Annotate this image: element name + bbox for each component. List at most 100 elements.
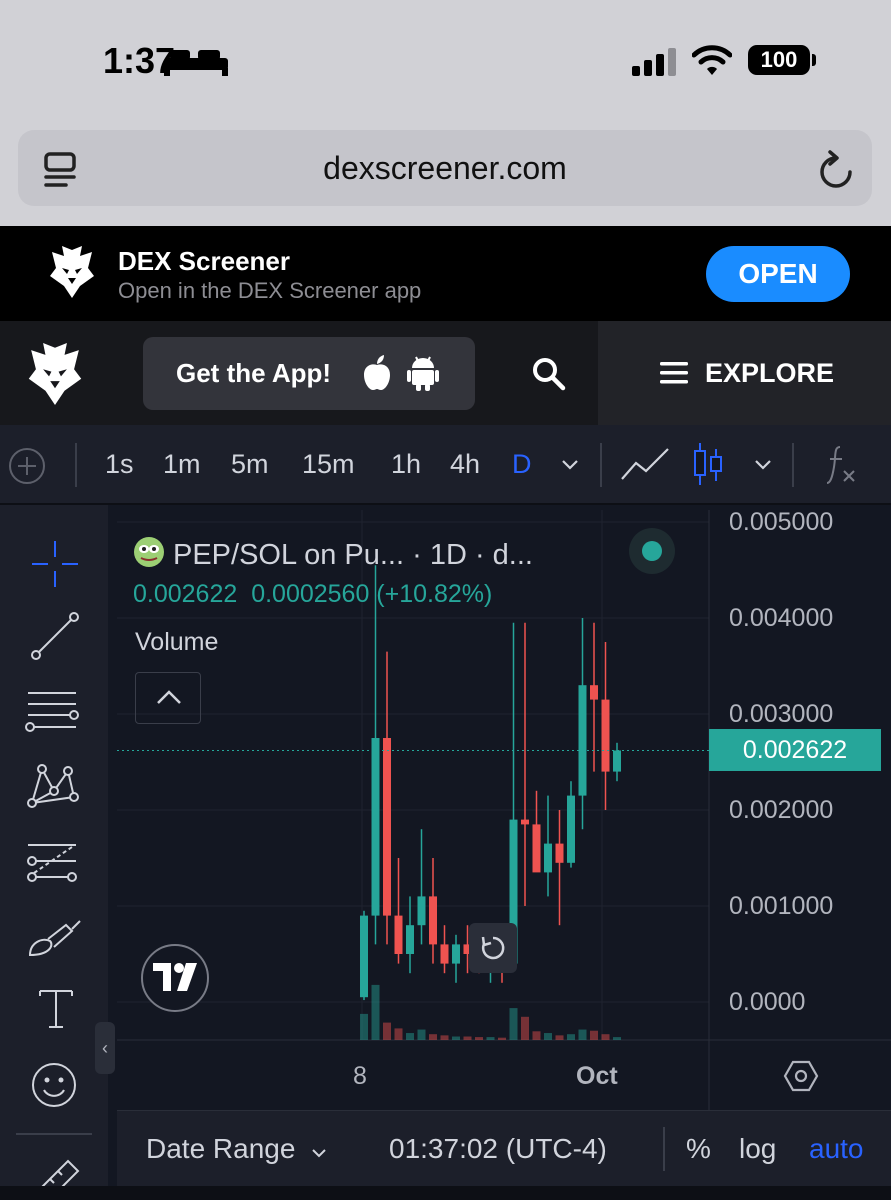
line-chart-type-icon[interactable] <box>620 447 670 481</box>
android-icon <box>407 356 439 391</box>
explore-label: EXPLORE <box>705 358 835 388</box>
toolbar-divider <box>16 1133 92 1135</box>
pair-title: PEP/SOL on Pu... · 1D · d... <box>173 539 533 571</box>
volume-bar <box>371 984 380 1040</box>
pattern-tool-icon[interactable] <box>24 761 80 811</box>
banner-subtitle: Open in the DEX Screener app <box>118 278 422 303</box>
dex-screener-logo-icon[interactable] <box>28 343 82 405</box>
chevron-down-icon[interactable] <box>561 459 579 471</box>
volume-bar <box>578 1029 587 1040</box>
tradingview-logo-icon[interactable] <box>141 944 209 1012</box>
volume-bar <box>406 1033 414 1040</box>
candle-body <box>521 819 529 825</box>
get-the-app-button[interactable]: Get the App! <box>143 337 475 410</box>
cellular-signal-icon <box>632 48 676 76</box>
volume-bar <box>567 1034 575 1040</box>
chart-settings-icon[interactable] <box>783 1058 819 1094</box>
address-bar[interactable]: dexscreener.com <box>18 130 872 206</box>
y-axis-tick: 0.005000 <box>729 508 834 536</box>
log-scale-toggle[interactable]: log <box>739 1133 776 1165</box>
hamburger-menu-icon <box>660 362 688 384</box>
reset-chart-button[interactable] <box>469 923 517 973</box>
chart-legend-title: PEP/SOL on Pu... · 1D · d... <box>133 532 533 572</box>
reload-icon[interactable] <box>818 150 854 190</box>
clock-timezone[interactable]: 01:37:02 (UTC-4) <box>389 1133 607 1165</box>
volume-bar <box>452 1036 460 1040</box>
bed-icon <box>164 50 228 76</box>
volume-bar <box>544 1033 552 1040</box>
collapse-legend-button[interactable] <box>135 672 201 724</box>
chevron-up-icon <box>157 690 181 704</box>
volume-bar <box>440 1035 449 1040</box>
current-price-label: 0.002622 <box>709 729 881 771</box>
candle-body <box>406 925 414 954</box>
candle-body <box>578 685 587 796</box>
pepe-token-icon <box>134 537 164 567</box>
timeframe-1h[interactable]: 1h <box>391 449 421 480</box>
toolbar-divider <box>600 443 602 487</box>
emoji-icon[interactable] <box>30 1061 78 1109</box>
indicators-fx-icon[interactable] <box>826 445 858 485</box>
smart-app-banner: DEX Screener Open in the DEX Screener ap… <box>0 226 891 321</box>
text-tool-icon[interactable] <box>36 987 76 1031</box>
price-chart[interactable]: PEP/SOL on Pu... · 1D · d... 0.002622 0.… <box>95 508 891 1200</box>
candle-body <box>394 915 403 954</box>
candle-body <box>383 738 391 916</box>
candle-body <box>452 944 460 964</box>
auto-scale-toggle[interactable]: auto <box>809 1133 864 1165</box>
candle-body <box>613 750 621 772</box>
page-bottom-edge <box>0 1186 891 1200</box>
candle-body <box>544 843 552 873</box>
chevron-down-icon[interactable] <box>754 459 772 471</box>
percent-scale-toggle[interactable]: % <box>686 1133 711 1165</box>
get-app-label: Get the App! <box>176 358 332 388</box>
y-axis-tick: 0.001000 <box>729 892 834 920</box>
candlestick-chart-type-icon[interactable] <box>692 441 724 487</box>
price-legend: 0.002622 0.0002560 (+10.82%) <box>133 580 492 609</box>
y-axis-tick: 0.004000 <box>729 604 834 632</box>
chevron-down-icon <box>312 1149 326 1158</box>
crosshair-icon[interactable] <box>30 539 80 589</box>
drawing-toolbar <box>0 505 108 1200</box>
explore-menu-button[interactable]: EXPLORE <box>598 321 891 425</box>
volume-bar <box>394 1028 403 1040</box>
timeframe-15m[interactable]: 15m <box>302 449 355 480</box>
candle-body <box>429 896 437 945</box>
toolbar-divider <box>792 443 794 487</box>
brush-icon[interactable] <box>24 913 84 961</box>
fib-retracement-icon[interactable] <box>24 687 80 737</box>
volume-bar <box>509 1008 518 1040</box>
volume-bar <box>463 1036 472 1040</box>
timeframe-1s[interactable]: 1s <box>105 449 134 480</box>
volume-bar <box>383 1022 391 1040</box>
add-symbol-icon[interactable] <box>8 447 46 485</box>
volume-bar <box>498 1037 506 1040</box>
bottom-divider <box>663 1127 665 1171</box>
timeframe-1m[interactable]: 1m <box>163 449 201 480</box>
trend-line-icon[interactable] <box>30 611 80 661</box>
collapse-toolbar-tab[interactable]: ‹ <box>95 1022 115 1074</box>
candle-body <box>590 685 598 700</box>
candle-body <box>417 896 426 926</box>
y-axis-tick: 0.0000 <box>729 988 806 1016</box>
url-text[interactable]: dexscreener.com <box>18 150 872 187</box>
dex-screener-logo-icon <box>50 246 94 298</box>
candle-body <box>360 915 368 998</box>
search-icon[interactable] <box>532 357 566 391</box>
volume-bar <box>417 1029 426 1040</box>
timeframe-5m[interactable]: 5m <box>231 449 269 480</box>
date-range-button[interactable]: Date Range <box>146 1133 327 1165</box>
live-status-indicator <box>629 528 675 574</box>
volume-bar <box>590 1030 598 1040</box>
y-axis-tick: 0.002000 <box>729 796 834 824</box>
chart-bottom-bar: Date Range 01:37:02 (UTC-4) % log auto <box>117 1110 891 1186</box>
volume-bar <box>613 1037 621 1040</box>
last-price: 0.002622 <box>133 580 238 608</box>
volume-bar <box>532 1031 541 1040</box>
timeframe-d-selected[interactable]: D <box>512 449 532 480</box>
open-app-button[interactable]: OPEN <box>706 246 850 302</box>
volume-bar <box>360 1013 368 1040</box>
price-change: 0.0002560 (+10.82%) <box>251 580 493 608</box>
timeframe-4h[interactable]: 4h <box>450 449 480 480</box>
forecast-tool-icon[interactable] <box>24 837 80 887</box>
